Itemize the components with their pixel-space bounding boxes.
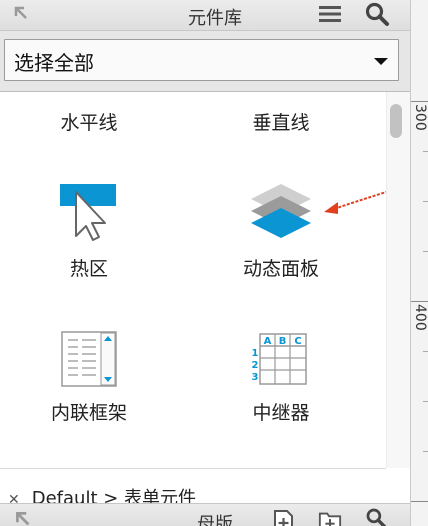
widget-label: 内联框架	[50, 402, 127, 424]
collapse-arrow-icon[interactable]	[12, 4, 32, 24]
repeater-icon: A B C 1 2 3	[252, 333, 307, 385]
section-divider	[0, 468, 386, 469]
add-folder-icon[interactable]	[318, 509, 342, 526]
ruler-major-tick	[411, 501, 428, 502]
repeater-col-b: B	[279, 336, 287, 347]
search-icon[interactable]	[364, 1, 390, 27]
widget-vertical-line[interactable]: 垂直线	[196, 100, 366, 140]
widget-library-panel: 元件库 选择全部 水平线 垂直线 热区 动态面板 内联框架 A B C 1 2 …	[0, 0, 410, 526]
filter-row: 选择全部	[0, 31, 410, 92]
masters-title: 母版	[197, 514, 233, 526]
repeater-row-1: 1	[252, 348, 259, 359]
filter-selected-value: 选择全部	[14, 51, 94, 75]
ruler-major-tick	[411, 101, 428, 102]
ruler-minor-tick	[423, 201, 428, 202]
ruler-minor-tick	[423, 251, 428, 252]
add-master-icon[interactable]	[272, 509, 296, 526]
repeater-col-a: A	[264, 336, 272, 347]
ruler-minor-tick	[423, 351, 428, 352]
widget-inline-frame[interactable]: 内联框架	[4, 324, 174, 434]
widget-label: 热区	[69, 258, 108, 280]
widget-label: 水平线	[60, 112, 118, 134]
vertical-ruler: 300 400	[410, 0, 428, 526]
hotspot-icon	[60, 184, 116, 241]
widget-repeater[interactable]: A B C 1 2 3 中继器	[196, 324, 366, 434]
ruler-major-tick	[411, 301, 428, 302]
widget-horizontal-line[interactable]: 水平线	[4, 100, 174, 140]
widget-label: 垂直线	[252, 112, 310, 134]
inline-frame-icon	[61, 331, 117, 387]
library-header: 元件库	[0, 0, 410, 31]
repeater-row-3: 3	[252, 372, 259, 383]
widget-label: 动态面板	[242, 258, 319, 280]
search-icon[interactable]	[364, 507, 388, 526]
ruler-label-300: 300	[412, 104, 428, 131]
masters-header: 母版	[0, 503, 410, 526]
repeater-row-2: 2	[252, 360, 259, 371]
dynamic-panel-icon	[251, 184, 311, 238]
library-filter-select[interactable]: 选择全部	[4, 39, 399, 81]
widget-scrollbar[interactable]	[386, 92, 410, 468]
widget-label: 中继器	[252, 402, 310, 424]
widget-hotspot[interactable]: 热区	[4, 176, 174, 286]
dropdown-arrow-icon	[374, 58, 388, 65]
ruler-minor-tick	[423, 151, 428, 152]
widget-grid: 水平线 垂直线 热区 动态面板 内联框架 A B C 1 2 3 中继器	[0, 92, 410, 468]
repeater-col-c: C	[294, 336, 301, 347]
ruler-label-400: 400	[412, 304, 428, 331]
library-title: 元件库	[188, 8, 242, 29]
collapse-arrow-icon[interactable]	[12, 509, 36, 526]
ruler-minor-tick	[423, 451, 428, 452]
ruler-minor-tick	[423, 401, 428, 402]
hamburger-menu-icon[interactable]	[318, 4, 342, 24]
scrollbar-thumb[interactable]	[390, 104, 402, 138]
